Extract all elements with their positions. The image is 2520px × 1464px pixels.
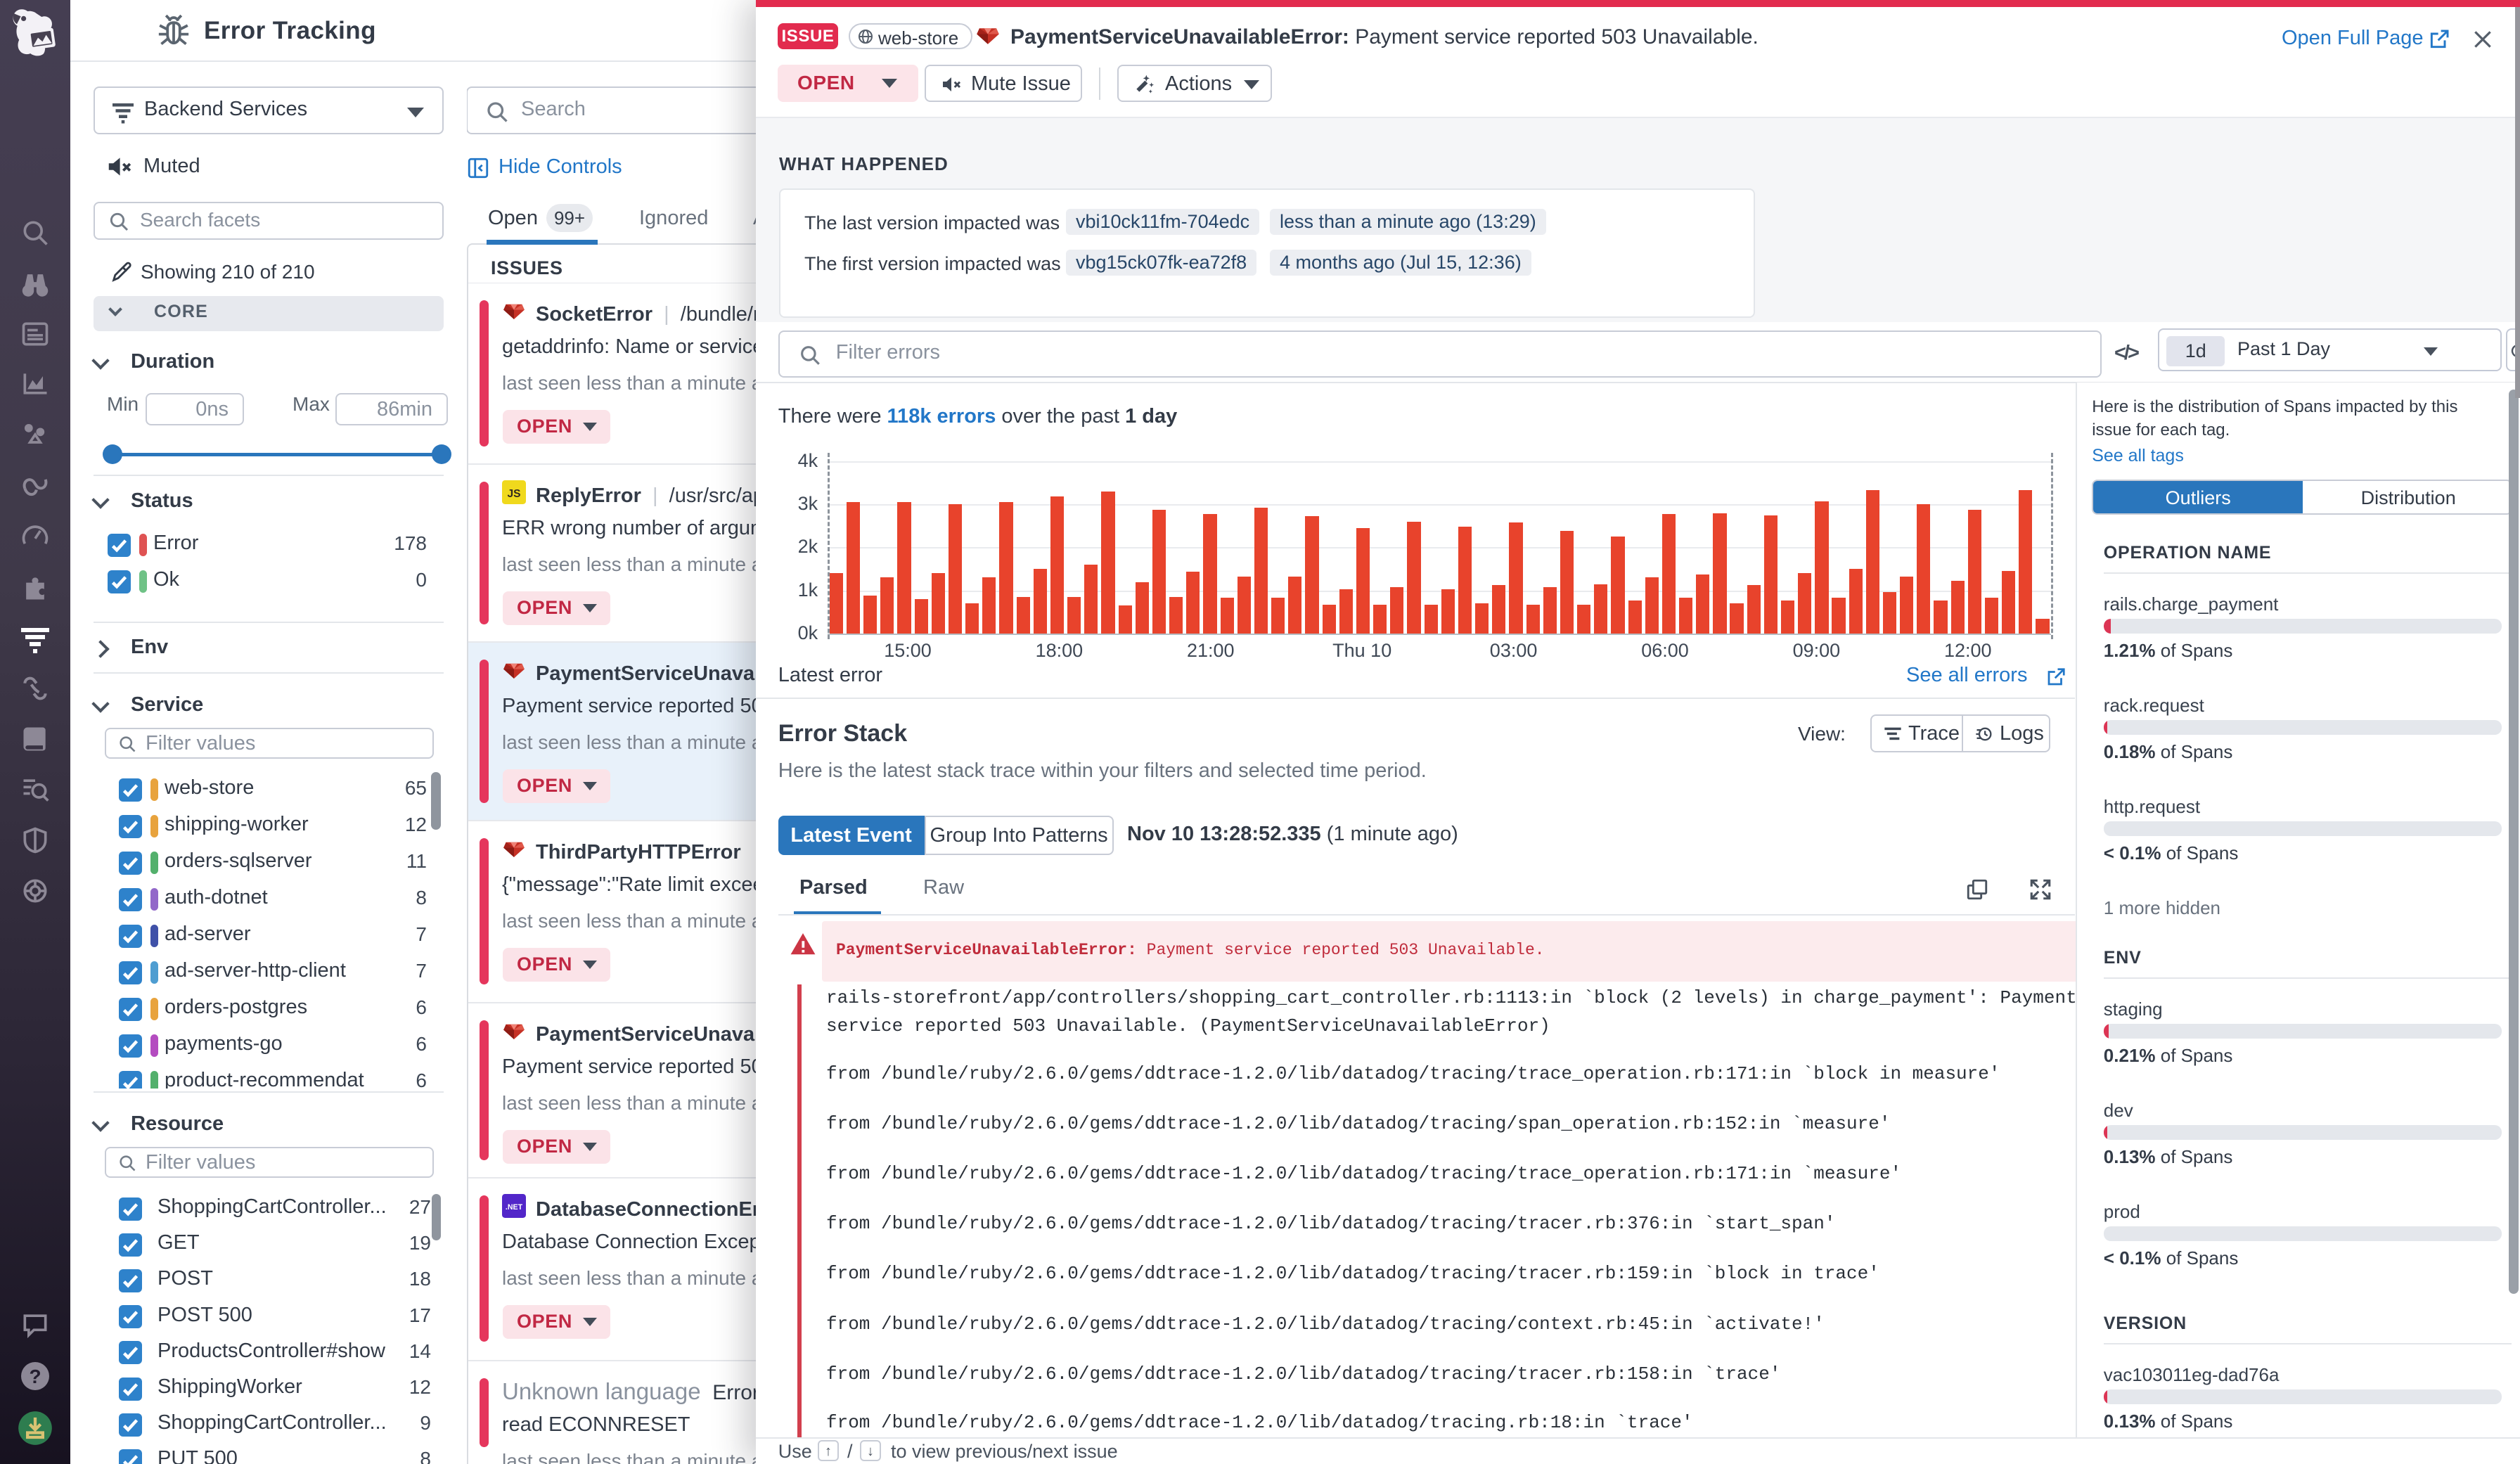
svg-text:.NET: .NET: [506, 1203, 523, 1212]
svg-text:JS: JS: [507, 488, 520, 500]
svg-text:?: ?: [29, 1366, 41, 1387]
